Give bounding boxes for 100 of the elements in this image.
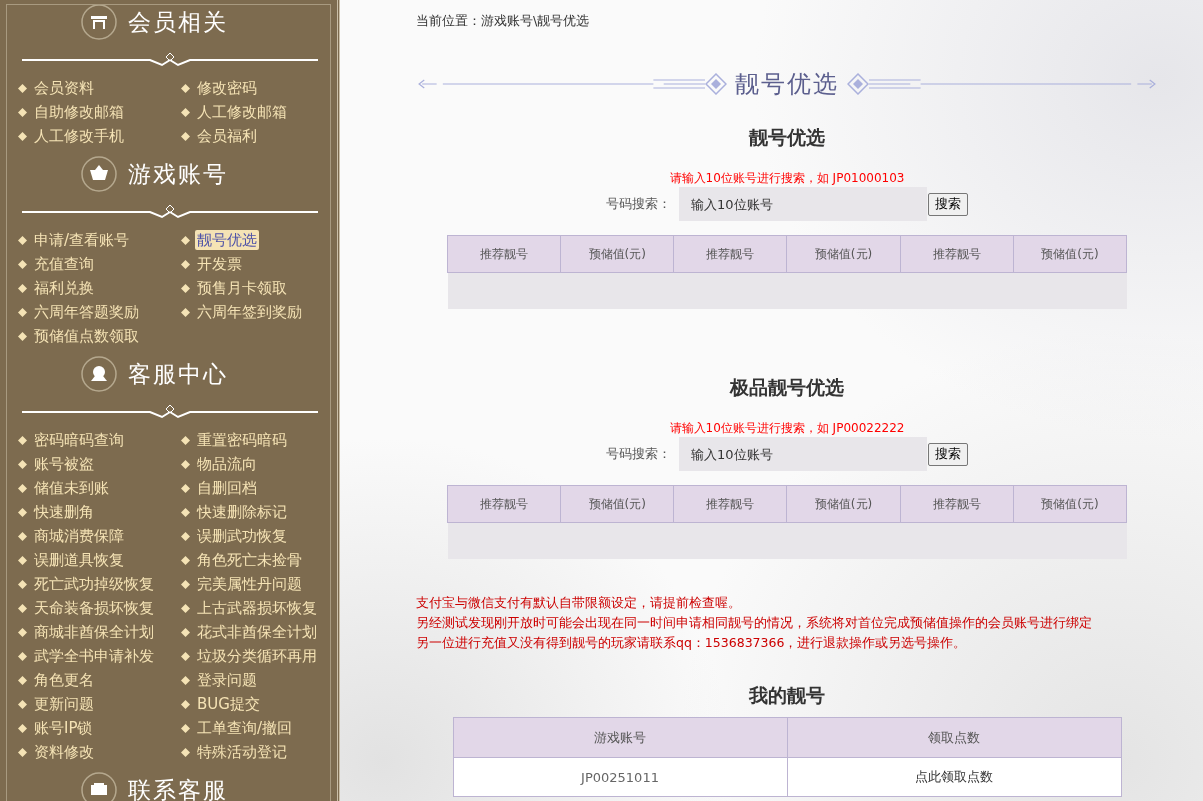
sidebar-link[interactable]: 靓号优选 bbox=[195, 230, 259, 250]
sidebar-link[interactable]: 密码暗码查询 bbox=[32, 430, 126, 450]
diamond-bullet-icon bbox=[181, 131, 190, 141]
ornament-divider-icon bbox=[20, 51, 320, 67]
diamond-bullet-icon bbox=[181, 555, 190, 565]
diamond-bullet-icon bbox=[181, 675, 190, 685]
column-header: 预储值(元) bbox=[786, 485, 901, 523]
diamond-bullet-icon bbox=[181, 83, 190, 93]
section-title: 会员相关 bbox=[127, 7, 228, 37]
diamond-bullet-icon bbox=[18, 507, 27, 517]
sidebar-link[interactable]: 重置密码暗码 bbox=[195, 430, 289, 450]
sidebar-link[interactable]: 上古武器损坏恢复 bbox=[195, 598, 319, 618]
column-header: 领取点数 bbox=[787, 717, 1121, 758]
diamond-bullet-icon bbox=[18, 235, 27, 245]
diamond-ornament-icon bbox=[847, 73, 869, 95]
diamond-bullet-icon bbox=[181, 459, 190, 469]
sidebar-link[interactable]: 账号IP锁 bbox=[32, 718, 95, 738]
column-header: 预储值(元) bbox=[786, 235, 901, 273]
sidebar-link[interactable]: 申请/查看账号 bbox=[32, 230, 132, 250]
diamond-bullet-icon bbox=[18, 555, 27, 565]
notice-text: 另经测试发现刚开放时可能会出现在同一时间申请相同靓号的情况，系统将对首位完成预储值操作的会员账号进行绑定 bbox=[416, 614, 1093, 632]
diamond-bullet-icon bbox=[181, 107, 190, 117]
ornament-line-icon bbox=[416, 77, 705, 91]
notice-text: 支付宝与微信支付有默认自带限额设定，请提前检查喔。 bbox=[416, 594, 742, 612]
ornament-divider-icon bbox=[20, 203, 320, 219]
sidebar-link[interactable]: 开发票 bbox=[195, 254, 244, 274]
diamond-bullet-icon bbox=[18, 283, 27, 293]
sidebar-link[interactable]: 物品流向 bbox=[195, 454, 259, 474]
sidebar-link[interactable]: 完美属性丹问题 bbox=[195, 574, 304, 594]
diamond-bullet-icon bbox=[18, 699, 27, 709]
diamond-bullet-icon bbox=[181, 435, 190, 445]
sidebar-link[interactable]: 储值未到账 bbox=[32, 478, 111, 498]
sidebar-link[interactable]: 快速删除标记 bbox=[195, 502, 289, 522]
sidebar-link[interactable]: 自助修改邮箱 bbox=[32, 102, 126, 122]
diamond-bullet-icon bbox=[181, 283, 190, 293]
page-banner-title: 靓号优选 bbox=[734, 69, 840, 100]
section-emblem-icon bbox=[79, 771, 118, 801]
diamond-bullet-icon bbox=[181, 531, 190, 541]
table-cell: JP00251011 bbox=[453, 757, 787, 797]
diamond-bullet-icon bbox=[18, 259, 27, 269]
sidebar-link[interactable]: 会员福利 bbox=[195, 126, 259, 146]
column-header: 推荐靓号 bbox=[673, 235, 787, 273]
account-search-field[interactable]: 输入10位账号 bbox=[679, 187, 927, 221]
sidebar-link[interactable]: 工单查询/撤回 bbox=[195, 718, 295, 738]
sidebar-link[interactable]: 特殊活动登记 bbox=[195, 742, 289, 762]
section-heading: 极品靓号优选 bbox=[728, 375, 845, 399]
sidebar-link[interactable]: 会员资料 bbox=[32, 78, 96, 98]
sidebar-link[interactable]: 误删道具恢复 bbox=[32, 550, 126, 570]
search-hint: 请输入10位账号进行搜索，如 JP01000103 bbox=[668, 171, 906, 185]
sidebar-link[interactable]: 修改密码 bbox=[195, 78, 259, 98]
sidebar-link[interactable]: 六周年答题奖励 bbox=[32, 302, 141, 322]
search-button[interactable]: 搜索 bbox=[928, 442, 968, 466]
sidebar-link[interactable]: 账号被盗 bbox=[32, 454, 96, 474]
sidebar-link[interactable]: 武学全书申请补发 bbox=[32, 646, 156, 666]
sidebar-link[interactable]: 更新问题 bbox=[32, 694, 96, 714]
sidebar-link[interactable]: 人工修改手机 bbox=[32, 126, 126, 146]
sidebar-link[interactable]: 商城非酋保全计划 bbox=[32, 622, 156, 642]
column-header: 推荐靓号 bbox=[900, 235, 1014, 273]
diamond-bullet-icon bbox=[18, 131, 27, 141]
diamond-bullet-icon bbox=[181, 579, 190, 589]
section-heading: 靓号优选 bbox=[748, 125, 826, 149]
column-header: 预储值(元) bbox=[560, 485, 674, 523]
sidebar-link[interactable]: 快速删角 bbox=[32, 502, 96, 522]
section-title: 游戏账号 bbox=[127, 159, 228, 189]
search-label: 号码搜索： bbox=[606, 445, 671, 463]
section-emblem-icon bbox=[79, 3, 118, 41]
sidebar-link[interactable]: 福利兑换 bbox=[32, 278, 96, 298]
sidebar-link[interactable]: 死亡武功掉级恢复 bbox=[32, 574, 156, 594]
sidebar-link[interactable]: 预储值点数领取 bbox=[32, 326, 141, 346]
diamond-bullet-icon bbox=[18, 107, 27, 117]
column-header: 预储值(元) bbox=[1013, 485, 1127, 523]
notice-text: 另一位进行充值又没有得到靓号的玩家请联系qq：1536837366，进行退款操作或另选号操作。 bbox=[416, 634, 968, 652]
claim-points-link[interactable]: 点此领取点数 bbox=[915, 769, 993, 784]
sidebar-link[interactable]: 自删回档 bbox=[195, 478, 259, 498]
sidebar-link[interactable]: 垃圾分类循环再用 bbox=[195, 646, 319, 666]
search-hint: 请输入10位账号进行搜索，如 JP00022222 bbox=[668, 421, 906, 435]
sidebar-link[interactable]: 角色更名 bbox=[32, 670, 96, 690]
diamond-bullet-icon bbox=[181, 723, 190, 733]
sidebar-link[interactable]: 天命装备损坏恢复 bbox=[32, 598, 156, 618]
diamond-bullet-icon bbox=[18, 83, 27, 93]
sidebar-link[interactable]: 六周年签到奖励 bbox=[195, 302, 304, 322]
sidebar-link[interactable]: BUG提交 bbox=[195, 694, 262, 714]
column-header: 预储值(元) bbox=[560, 235, 674, 273]
sidebar-link[interactable]: 充值查询 bbox=[32, 254, 96, 274]
search-label: 号码搜索： bbox=[606, 195, 671, 213]
account-search-field[interactable]: 输入10位账号 bbox=[679, 437, 927, 471]
sidebar-link[interactable]: 误删武功恢复 bbox=[195, 526, 289, 546]
column-header: 游戏账号 bbox=[453, 717, 787, 758]
sidebar-link[interactable]: 商城消费保障 bbox=[32, 526, 126, 546]
sidebar-link[interactable]: 人工修改邮箱 bbox=[195, 102, 289, 122]
section-heading: 我的靓号 bbox=[748, 683, 826, 707]
sidebar-link[interactable]: 资料修改 bbox=[32, 742, 96, 762]
search-button[interactable]: 搜索 bbox=[928, 192, 968, 216]
diamond-bullet-icon bbox=[18, 331, 27, 341]
sidebar-link[interactable]: 角色死亡未捡骨 bbox=[195, 550, 304, 570]
diamond-bullet-icon bbox=[18, 627, 27, 637]
sidebar-link[interactable]: 预售月卡领取 bbox=[195, 278, 289, 298]
diamond-bullet-icon bbox=[181, 747, 190, 757]
sidebar-link[interactable]: 登录问题 bbox=[195, 670, 259, 690]
sidebar-link[interactable]: 花式非酋保全计划 bbox=[195, 622, 319, 642]
